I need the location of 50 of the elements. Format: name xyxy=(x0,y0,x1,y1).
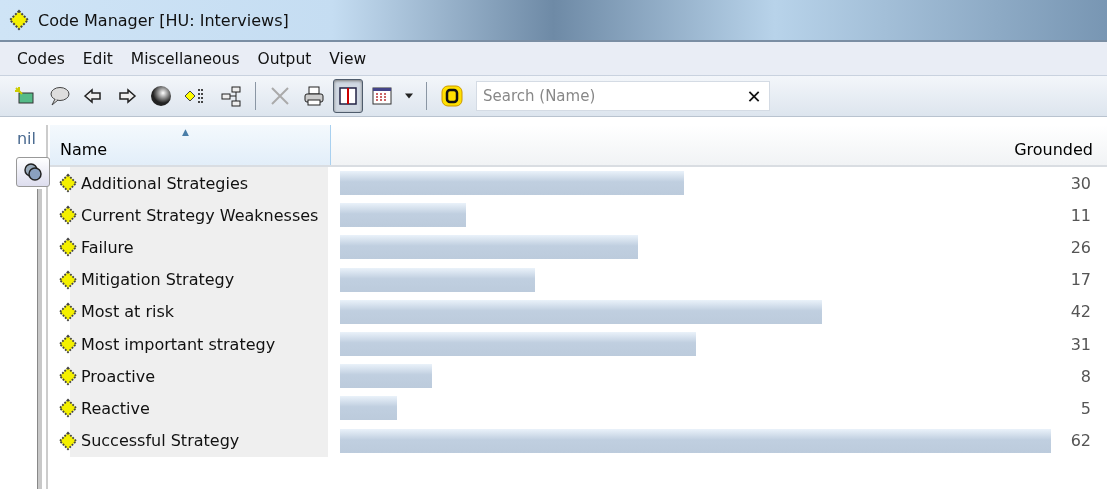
menu-item[interactable]: Codes xyxy=(8,49,74,68)
speech-bubble-icon xyxy=(48,86,70,106)
sort-indicator: ▲ xyxy=(182,127,189,137)
grounded-count: 11 xyxy=(1069,205,1092,225)
code-icon xyxy=(58,173,78,194)
families-button[interactable] xyxy=(16,157,50,187)
right-arrow-icon xyxy=(116,86,138,106)
menu-item[interactable]: View xyxy=(320,49,376,68)
code-icon xyxy=(58,334,78,355)
code-name[interactable]: Failure xyxy=(81,237,134,257)
grounded-count: 17 xyxy=(1069,270,1092,290)
printer-icon xyxy=(303,85,325,107)
column-title: Name xyxy=(60,140,108,159)
split-button[interactable] xyxy=(333,79,363,113)
grounded-count: 42 xyxy=(1069,302,1092,322)
grounded-count: 30 xyxy=(1069,173,1092,193)
delete-icon xyxy=(269,85,291,107)
name-column-header[interactable]: ▲ Name xyxy=(50,125,331,165)
grounded-count: 26 xyxy=(1069,237,1092,257)
menu-item[interactable]: Miscellaneous xyxy=(121,49,249,68)
code-icon xyxy=(58,237,78,258)
split-view-icon xyxy=(337,85,359,107)
grounded-count: 62 xyxy=(1069,431,1092,451)
grounded-bar xyxy=(340,396,398,421)
caret-icon xyxy=(404,93,414,99)
code-icon xyxy=(58,301,78,322)
code-name[interactable]: Proactive xyxy=(81,366,155,386)
menu-item[interactable]: Output xyxy=(248,49,321,68)
clear-button[interactable]: ✕ xyxy=(739,85,769,107)
filter-icon xyxy=(440,84,464,108)
search-field[interactable]: Search (Name) ✕ xyxy=(476,81,770,111)
tree-icon xyxy=(220,85,242,107)
new-code-icon xyxy=(14,86,36,106)
menu-item[interactable]: Edit xyxy=(73,49,122,68)
sphere-icon xyxy=(150,85,172,107)
side-panel-label: nil xyxy=(15,129,36,148)
grounded-count: 8 xyxy=(1079,366,1092,386)
grounded-count: 5 xyxy=(1079,398,1092,418)
left-arrow-icon xyxy=(82,86,104,106)
code-icon xyxy=(58,398,78,419)
code-icon xyxy=(58,430,78,451)
calendar-icon xyxy=(371,85,393,107)
code-icon xyxy=(58,269,78,290)
code-name[interactable]: Reactive xyxy=(81,398,150,418)
code-icon xyxy=(8,9,30,31)
grounded-count: 31 xyxy=(1069,334,1092,354)
window-title: Code Manager [HU: Interviews] xyxy=(38,10,289,30)
circles-icon xyxy=(23,162,43,182)
code-icon xyxy=(58,366,78,387)
code-icon xyxy=(58,205,78,226)
